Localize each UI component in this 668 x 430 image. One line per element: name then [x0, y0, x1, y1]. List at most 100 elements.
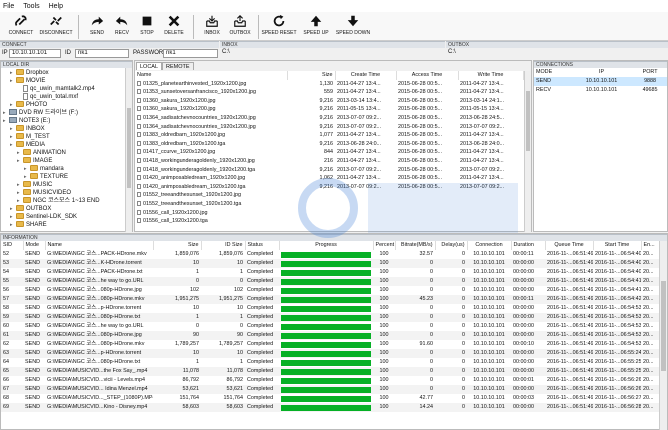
tree-item[interactable]: ▸ MUSICVIDEO: [1, 189, 132, 197]
transfer-row[interactable]: 66 SEND G:\MEDIA\MUSICVID...vicii - Levels…: [1, 376, 660, 385]
transfer-row[interactable]: 60 SEND G:\MEDIA\NGC 코스...he way to go.URL…: [1, 322, 660, 331]
tree-scrollbar[interactable]: [125, 68, 132, 232]
transfer-cell: 10.10.10.101: [467, 295, 511, 304]
tree-item[interactable]: ▸ DVD RW 드라이브 (F:): [1, 109, 132, 117]
transfer-row[interactable]: 69 SEND G:\MEDIA\MUSICVID...Kino - Disney.…: [1, 403, 660, 412]
transfer-row[interactable]: 54 SEND G:\MEDIA\NGC 코스...PACK-HDrone.txt 1…: [1, 268, 660, 277]
connect-button[interactable]: CONNECT: [4, 14, 38, 40]
column-header[interactable]: Queue Time: [545, 241, 594, 250]
tree-item[interactable]: qc_uwin_mamtalk2.mp4: [1, 85, 132, 93]
transfer-row[interactable]: 56 SEND G:\MEDIA\NGC 코스...080p-HDrone.jpg 1…: [1, 286, 660, 295]
file-row[interactable]: 01364_sadisatchevnocountries_1920x1200.j…: [135, 123, 523, 132]
folder-tree[interactable]: ▸ Dropbox ▸ MOVIE qc_uwin_mamtalk2.mp4 qc_uwi…: [1, 68, 132, 229]
tree-item[interactable]: ▸ ANIMATION: [1, 149, 132, 157]
file-cell: 216: [324, 157, 333, 164]
transfer-row[interactable]: 62 SEND G:\MEDIA\NGC 코스...080p-HDrone.mkv 1…: [1, 340, 660, 349]
transfer-row[interactable]: 59 SEND G:\MEDIA\NGC 코스...080p-HDrone.txt 1…: [1, 313, 660, 322]
transfer-row[interactable]: 68 SEND G:\MEDIA\MUSICVID..._STEP_(1080P).…: [1, 394, 660, 403]
tree-item[interactable]: ▸ M_TEST: [1, 133, 132, 141]
tree-item[interactable]: ▸ mandara: [1, 165, 132, 173]
column-header[interactable]: Name: [135, 71, 288, 80]
column-header[interactable]: En...: [641, 241, 661, 250]
transfer-row[interactable]: 61 SEND G:\MEDIA\NGC 코스...080p-HDrone.jpg 9…: [1, 331, 660, 340]
tree-item[interactable]: ▸ MOVIE: [1, 77, 132, 85]
ip-input[interactable]: 10.10.10.101: [9, 49, 61, 58]
menu-help[interactable]: Help: [49, 3, 63, 10]
column-header[interactable]: Access Time: [396, 71, 459, 80]
transfer-cell: 20...: [641, 250, 660, 259]
transfer-row[interactable]: 53 SEND G:\MEDIA\NGC 코스...K-HDrone.torrent…: [1, 259, 660, 268]
tab-remote[interactable]: REMOTE: [162, 62, 194, 70]
tree-item[interactable]: qc_uwin_total.mxf: [1, 93, 132, 101]
file-row[interactable]: 01417_ccurve_1920x1200.jpg 844 2011-04-27 …: [135, 148, 523, 157]
delete-button[interactable]: DELETE: [157, 14, 191, 40]
column-header[interactable]: MODE: [534, 68, 570, 77]
transfer-cell: SEND: [23, 295, 45, 304]
connection-row[interactable]: RECV 10.10.10.101 49685: [534, 86, 667, 95]
connection-row[interactable]: SEND 10.10.10.101 9888: [534, 77, 667, 86]
column-header[interactable]: SID: [1, 241, 24, 250]
id-input[interactable]: nk1: [75, 49, 129, 58]
transfer-row[interactable]: 57 SEND G:\MEDIA\NGC 코스...080p-HDrone.mkv 1…: [1, 295, 660, 304]
tree-item[interactable]: ▸ SHARE: [1, 221, 132, 229]
file-row[interactable]: 01418_workingunderagoldenly_1920x1200.jp…: [135, 157, 523, 166]
tree-item[interactable]: ▸ MUSIC: [1, 181, 132, 189]
tree-item-label: INBOX: [26, 126, 45, 132]
column-header[interactable]: IP: [570, 68, 633, 77]
transfer-row[interactable]: 55 SEND G:\MEDIA\NGC 코스...he way to go.URL…: [1, 277, 660, 286]
tree-item[interactable]: ▸ IMAGE: [1, 157, 132, 165]
tree-item[interactable]: ▸ NOTE3 (E:): [1, 117, 132, 125]
file-row[interactable]: 01364_sadisatchevnocountries_1920x1200.j…: [135, 114, 523, 123]
connection-cell: 9888: [644, 78, 657, 84]
tab-local[interactable]: LOCAL: [136, 62, 163, 70]
speed-down-button[interactable]: SPEED DOWN: [336, 14, 370, 40]
outbox-path[interactable]: C:\: [448, 48, 456, 57]
inbox-header: INBOX: [220, 41, 445, 48]
file-row[interactable]: 01325_planetearthinvested_1920x1200.jpg 1…: [135, 80, 523, 89]
password-input[interactable]: nk1: [163, 49, 218, 58]
tree-item[interactable]: ▸ INBOX: [1, 125, 132, 133]
disconnect-button[interactable]: DISCONNECT: [39, 14, 73, 40]
transfer-row[interactable]: 52 SEND G:\MEDIA\NGC 코스...PACK-HDrone.mkv 1…: [1, 250, 660, 259]
transfer-row[interactable]: 65 SEND G:\MEDIA\MUSICVID...the Fox Say_.m…: [1, 367, 660, 376]
file-row[interactable]: 01383_oldredbarn_1920x1200.tga 9,216 2013-…: [135, 140, 523, 149]
tree-item[interactable]: ▸ Dropbox: [1, 69, 132, 77]
tree-item[interactable]: ▸ MEDIA: [1, 141, 132, 149]
file-row[interactable]: 01353_sunsetoversanfrancisco_1920x1200.j…: [135, 88, 523, 97]
speed-up-button[interactable]: SPEED UP: [299, 14, 333, 40]
column-header[interactable]: Size: [287, 71, 336, 80]
tree-item[interactable]: ▸ TEXTURE: [1, 173, 132, 181]
folder-icon: [16, 77, 24, 84]
menu-tools[interactable]: Tools: [23, 3, 39, 10]
file-list-scrollbar-thumb[interactable]: [526, 91, 530, 151]
column-header[interactable]: Start Time: [593, 241, 642, 250]
progress-bar: [281, 369, 371, 375]
file-row[interactable]: 01383_oldredbarn_1920x1200.jpg 1,077 2011-…: [135, 131, 523, 140]
column-header[interactable]: ID Size: [201, 241, 246, 250]
tree-item[interactable]: ▸ Sentinel-LDK_SDK: [1, 213, 132, 221]
transfer-row[interactable]: 58 SEND G:\MEDIA\NGC 코스...p-HDrone.torrent…: [1, 304, 660, 313]
inbox-path[interactable]: C:\: [222, 48, 230, 57]
column-header[interactable]: Mode: [23, 241, 46, 250]
file-row[interactable]: 01360_sakura_1920x1200.jpg 9,216 2013-03-1…: [135, 97, 523, 106]
tree-item[interactable]: ▸ OUTBOX: [1, 205, 132, 213]
column-header[interactable]: Name: [45, 241, 154, 250]
transfer-row[interactable]: 67 SEND G:\MEDIA\MUSICVID... Idina Menzel.…: [1, 385, 660, 394]
column-header[interactable]: Status: [245, 241, 280, 250]
menu-file[interactable]: File: [3, 3, 14, 10]
column-header[interactable]: Size: [153, 241, 202, 250]
column-header[interactable]: PORT: [633, 68, 667, 77]
speed-reset-button[interactable]: SPEED RESET: [262, 14, 297, 40]
tree-scrollbar-thumb[interactable]: [127, 108, 131, 188]
column-header[interactable]: Write Time: [458, 71, 524, 80]
transfer-cell: 0: [395, 331, 435, 340]
file-row[interactable]: 01360_sakura_1920x1200.jpg 9,216 2011-05-1…: [135, 105, 523, 114]
transfer-scrollbar-thumb[interactable]: [661, 281, 666, 371]
column-header[interactable]: Create Time: [335, 71, 397, 80]
outbox-button[interactable]: OUTBOX: [223, 14, 257, 40]
transfer-row[interactable]: 63 SEND G:\MEDIA\NGC 코스...p-HDrone.torrent…: [1, 349, 660, 358]
tree-item[interactable]: ▸ PHOTO: [1, 101, 132, 109]
transfer-scrollbar[interactable]: [659, 241, 667, 430]
tree-item[interactable]: ▸ NGC 코스모스 1~13 END: [1, 197, 132, 205]
transfer-row[interactable]: 64 SEND G:\MEDIA\NGC 코스...080p-HDrone.txt 1…: [1, 358, 660, 367]
